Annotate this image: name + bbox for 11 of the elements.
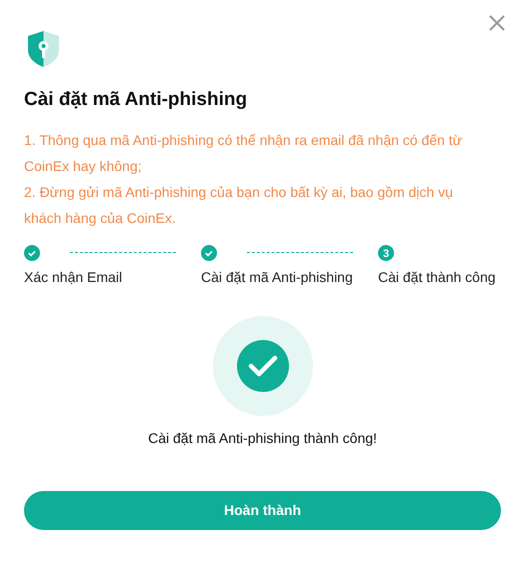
- step-label: Xác nhận Email: [24, 268, 122, 286]
- warning-note: 2. Đừng gửi mã Anti-phishing của bạn cho bất kỳ ai, bao gồm dịch vụ khách hàng của CoinEx.: [24, 182, 454, 228]
- dialog-title: Cài đặt mã Anti-phishing: [24, 88, 248, 112]
- step-label: Cài đặt mã Anti-phishing: [201, 268, 353, 287]
- step-label: Cài đặt thành công: [378, 268, 496, 287]
- success-check-icon: [212, 316, 312, 416]
- finish-button[interactable]: Hoàn thành: [24, 490, 501, 530]
- success-message: Cài đặt mã Anti-phishing thành công!: [148, 428, 377, 448]
- step-number: 3: [378, 244, 394, 260]
- warning-note: 1. Thông qua mã Anti-phishing có thể nhận ra email đã nhận có đến từ CoinEx hay không;: [24, 130, 463, 176]
- shield-icon: [27, 30, 60, 68]
